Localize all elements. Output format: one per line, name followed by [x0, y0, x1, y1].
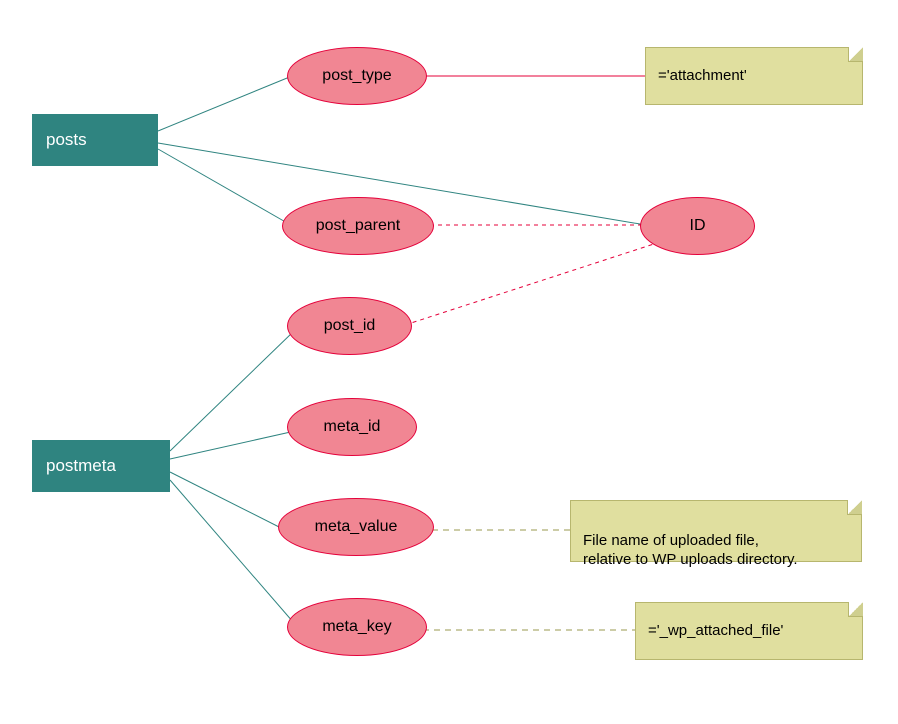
attr-post_id: post_id — [287, 297, 412, 355]
note-text: ='_wp_attached_file' — [648, 621, 783, 641]
attr-label: meta_id — [324, 418, 381, 436]
edge-postmeta-post_id — [170, 332, 293, 451]
attr-label: ID — [690, 217, 706, 235]
entity-posts: posts — [32, 114, 158, 166]
attr-meta_id: meta_id — [287, 398, 417, 456]
note-attachment: ='attachment' — [645, 47, 863, 105]
note-text: ='attachment' — [658, 66, 747, 86]
attr-label: meta_key — [322, 618, 391, 636]
entity-label: posts — [46, 130, 87, 150]
entity-label: postmeta — [46, 456, 116, 476]
attr-id: ID — [640, 197, 755, 255]
attr-post_parent: post_parent — [282, 197, 434, 255]
note-text: File name of uploaded file, relative to … — [583, 532, 798, 569]
edge-posts-post_parent — [158, 149, 289, 224]
edge-postmeta-meta_key — [170, 480, 300, 630]
attr-label: post_parent — [316, 217, 401, 235]
edge-postmeta-meta_value — [170, 472, 285, 530]
attr-meta_value: meta_value — [278, 498, 434, 556]
edge-post_id-id — [405, 242, 660, 325]
attr-meta_key: meta_key — [287, 598, 427, 656]
note-wp-attached: ='_wp_attached_file' — [635, 602, 863, 660]
attr-label: post_id — [324, 317, 376, 335]
attr-label: post_type — [322, 67, 391, 85]
edge-posts-post_type — [158, 76, 292, 131]
note-filename: File name of uploaded file, relative to … — [570, 500, 862, 562]
entity-postmeta: postmeta — [32, 440, 170, 492]
edge-postmeta-meta_id — [170, 431, 295, 459]
attr-label: meta_value — [315, 518, 398, 536]
attr-post_type: post_type — [287, 47, 427, 105]
